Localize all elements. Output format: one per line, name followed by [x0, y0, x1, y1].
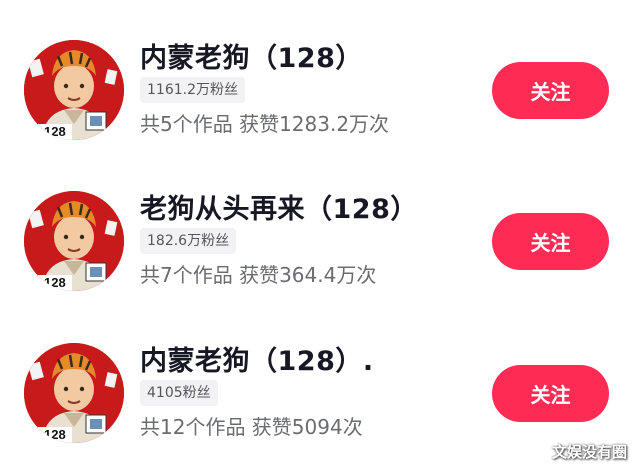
account-row[interactable]: 128 内蒙老狗（128） 1161.2万粉丝 共5个作品 获赞1283.2万次… [0, 30, 637, 150]
avatar-badge-number: 128 [44, 275, 66, 290]
follower-count-badge: 1161.2万粉丝 [140, 77, 245, 103]
account-stats: 共5个作品 获赞1283.2万次 [140, 112, 390, 136]
account-stats: 共7个作品 获赞364.4万次 [140, 263, 377, 287]
avatar-badge-number: 128 [44, 124, 66, 139]
avatar[interactable]: 128 [24, 191, 124, 291]
follow-button[interactable]: 关注 [492, 213, 609, 270]
account-name[interactable]: 老狗从头再来（128） [140, 187, 418, 226]
avatar-badge-number: 128 [44, 427, 66, 442]
watermark: 文娱没有圈 [551, 443, 627, 461]
account-name[interactable]: 内蒙老狗（128）. [140, 339, 374, 378]
avatar[interactable]: 128 [24, 343, 124, 443]
follower-count-badge: 4105粉丝 [140, 380, 218, 406]
follower-count-badge: 182.6万粉丝 [140, 228, 237, 254]
account-stats: 共12个作品 获赞5094次 [140, 415, 363, 439]
account-row[interactable]: 128 内蒙老狗（128）. 4105粉丝 共12个作品 获赞5094次 关注 [0, 333, 637, 453]
follow-button[interactable]: 关注 [492, 365, 609, 422]
avatar-illustration [24, 191, 124, 291]
avatar-illustration [24, 40, 124, 140]
account-search-results: 128 内蒙老狗（128） 1161.2万粉丝 共5个作品 获赞1283.2万次… [0, 0, 637, 470]
avatar-illustration [24, 343, 124, 443]
follow-button[interactable]: 关注 [492, 62, 609, 119]
account-row[interactable]: 128 老狗从头再来（128） 182.6万粉丝 共7个作品 获赞364.4万次… [0, 181, 637, 301]
avatar[interactable]: 128 [24, 40, 124, 140]
account-name[interactable]: 内蒙老狗（128） [140, 36, 363, 75]
